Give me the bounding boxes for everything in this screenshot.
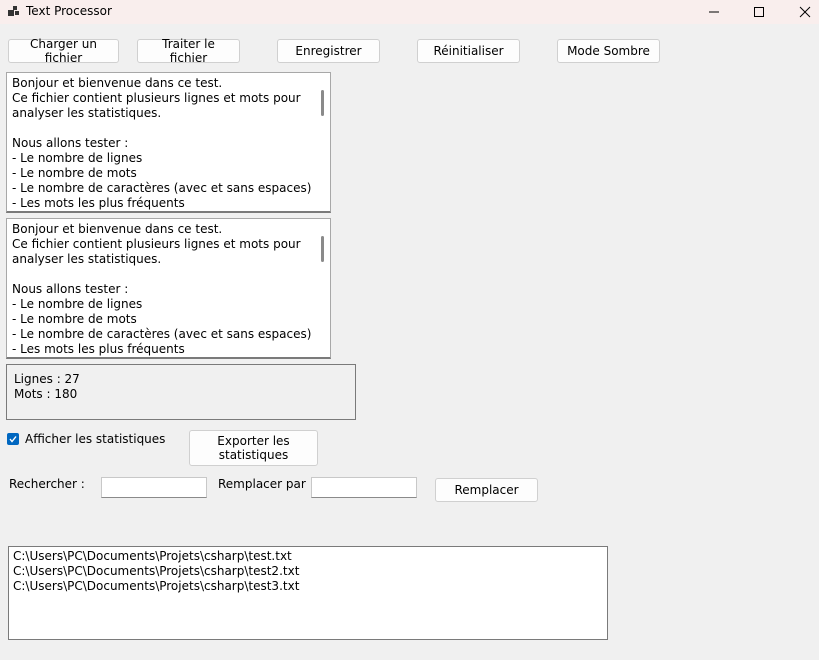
- app-icon: [8, 6, 19, 16]
- export-stats-button[interactable]: Exporter les statistiques: [189, 430, 318, 466]
- minimize-icon: [709, 11, 719, 13]
- close-button[interactable]: [782, 0, 819, 24]
- scrollbar-thumb[interactable]: [321, 236, 324, 262]
- search-label: Rechercher :: [9, 477, 85, 491]
- list-item[interactable]: C:\Users\PC\Documents\Projets\csharp\tes…: [13, 549, 292, 564]
- source-textarea[interactable]: Bonjour et bienvenue dans ce test. Ce fi…: [6, 72, 331, 213]
- maximize-icon: [754, 7, 764, 17]
- stats-panel: Lignes : 27 Mots : 180: [6, 364, 356, 420]
- search-input[interactable]: [101, 477, 207, 498]
- words-count: Mots : 180: [14, 387, 78, 401]
- show-stats-checkbox[interactable]: [7, 433, 19, 445]
- replace-button[interactable]: Remplacer: [435, 478, 538, 502]
- reset-button[interactable]: Réinitialiser: [417, 39, 520, 63]
- process-file-button[interactable]: Traiter le fichier: [137, 37, 240, 65]
- result-textarea[interactable]: Bonjour et bienvenue dans ce test. Ce fi…: [6, 218, 331, 359]
- list-item[interactable]: C:\Users\PC\Documents\Projets\csharp\tes…: [13, 564, 299, 579]
- window-title: Text Processor: [26, 4, 112, 18]
- show-stats-label[interactable]: Afficher les statistiques: [25, 432, 165, 446]
- checkmark-icon: [9, 436, 17, 443]
- dark-mode-button[interactable]: Mode Sombre: [557, 39, 660, 63]
- title-bar: Text Processor: [0, 0, 819, 24]
- minimize-button[interactable]: [691, 0, 737, 24]
- load-file-button[interactable]: Charger un fichier: [8, 37, 119, 65]
- scrollbar-thumb[interactable]: [321, 90, 324, 116]
- source-text: Bonjour et bienvenue dans ce test. Ce fi…: [12, 76, 312, 210]
- save-button[interactable]: Enregistrer: [277, 39, 380, 63]
- list-item[interactable]: C:\Users\PC\Documents\Projets\csharp\tes…: [13, 579, 299, 594]
- lines-count: Lignes : 27: [14, 372, 80, 386]
- result-text: Bonjour et bienvenue dans ce test. Ce fi…: [12, 222, 312, 356]
- replace-input[interactable]: [311, 477, 417, 498]
- maximize-button[interactable]: [736, 0, 782, 24]
- close-icon: [799, 6, 811, 18]
- replace-label: Remplacer par: [218, 477, 306, 491]
- recent-files-list[interactable]: C:\Users\PC\Documents\Projets\csharp\tes…: [8, 546, 608, 640]
